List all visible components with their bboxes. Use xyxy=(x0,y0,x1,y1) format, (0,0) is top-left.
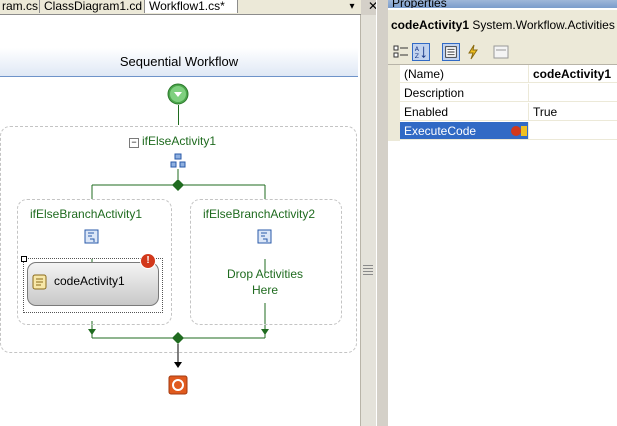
property-grid: (Name) codeActivity1 Description Enabled… xyxy=(388,65,617,426)
collapse-icon[interactable]: − xyxy=(129,138,139,148)
row-gutter xyxy=(388,103,400,122)
property-pages-icon[interactable] xyxy=(492,43,510,61)
object-selector[interactable]: codeActivity1 System.Workflow.Activities xyxy=(388,10,617,40)
property-value[interactable]: True xyxy=(529,103,617,121)
property-value[interactable] xyxy=(529,84,617,102)
property-name[interactable]: ExecuteCode xyxy=(400,122,529,140)
scrollbar-grip[interactable] xyxy=(363,265,373,277)
branch-icon-2 xyxy=(257,229,272,244)
property-value[interactable] xyxy=(529,122,617,140)
events-icon[interactable] xyxy=(464,43,482,61)
property-row[interactable]: ExecuteCode xyxy=(388,122,617,141)
branch-label-1[interactable]: ifElseBranchActivity1 xyxy=(30,207,142,221)
property-name[interactable]: Enabled xyxy=(400,103,529,121)
property-row[interactable]: (Name) codeActivity1 xyxy=(388,65,617,84)
ifelse-label[interactable]: ifElseActivity1 xyxy=(142,134,216,148)
event-bolt-icon xyxy=(521,126,527,136)
svg-text:A: A xyxy=(415,46,420,53)
selection-handle[interactable] xyxy=(21,256,27,262)
row-gutter xyxy=(388,84,400,103)
row-gutter xyxy=(388,122,400,141)
tab-classdiagram1[interactable]: ClassDiagram1.cd xyxy=(40,0,145,13)
start-icon xyxy=(167,83,189,105)
object-type: System.Workflow.Activities xyxy=(472,18,615,32)
document-tab-strip: ram.cs ClassDiagram1.cd Workflow1.cs* xyxy=(0,0,361,15)
property-row[interactable]: Enabled True xyxy=(388,103,617,122)
property-name[interactable]: Description xyxy=(400,84,529,102)
code-activity-label[interactable]: codeActivity1 xyxy=(54,274,125,288)
drop-hint-line-2: Here xyxy=(251,283,278,297)
property-row[interactable]: Description xyxy=(388,84,617,103)
code-activity-icon xyxy=(32,274,47,290)
workflow-designer[interactable]: Sequential Workflow − ifElseActivity1 if… xyxy=(0,15,360,426)
validation-error-icon[interactable] xyxy=(511,126,521,136)
branch-label-2[interactable]: ifElseBranchActivity2 xyxy=(203,207,315,221)
properties-title: Properties xyxy=(388,0,617,8)
connector-line xyxy=(178,105,179,125)
workflow-header: Sequential Workflow xyxy=(0,48,358,77)
properties-toolbar: A Z xyxy=(388,40,617,65)
properties-view-icon[interactable] xyxy=(442,43,460,61)
row-gutter xyxy=(388,65,400,84)
branch-icon-1 xyxy=(84,229,99,244)
svg-text:Z: Z xyxy=(415,53,419,60)
categorized-icon[interactable] xyxy=(392,43,410,61)
property-name[interactable]: (Name) xyxy=(400,65,529,83)
drop-hint-line-1: Drop Activities xyxy=(226,267,304,281)
tab-diagram-cs[interactable]: ram.cs xyxy=(0,0,40,13)
error-icon[interactable]: ! xyxy=(140,253,156,269)
alphabetical-icon[interactable]: A Z xyxy=(412,43,430,61)
tab-workflow1[interactable]: Workflow1.cs* xyxy=(145,0,238,13)
tab-dropdown-icon[interactable]: ▾ xyxy=(343,0,361,14)
stop-icon xyxy=(168,375,188,395)
object-name: codeActivity1 xyxy=(391,18,470,32)
property-value[interactable]: codeActivity1 xyxy=(529,65,617,83)
designer-scrollbar[interactable] xyxy=(360,15,377,426)
